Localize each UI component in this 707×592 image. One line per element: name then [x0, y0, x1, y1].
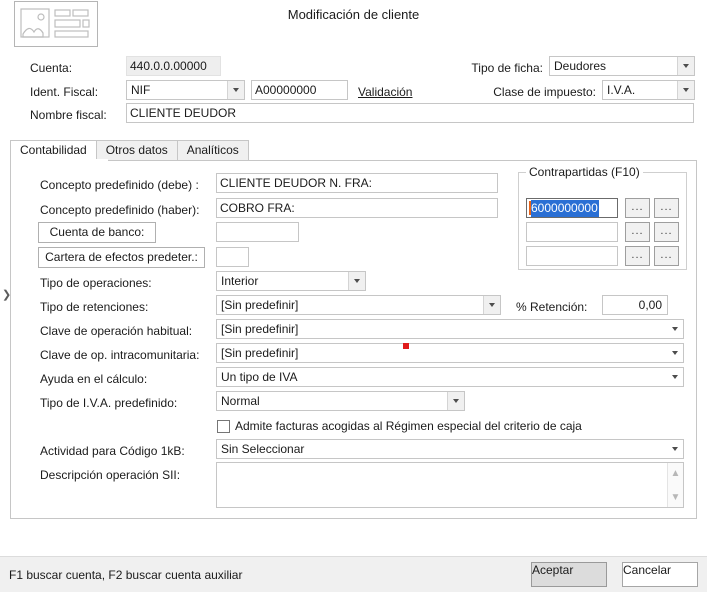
contrapartida-browse-3a[interactable]: ... [625, 246, 650, 266]
criterio-caja-label: Admite facturas acogidas al Régimen espe… [235, 419, 582, 433]
accept-button[interactable]: Aceptar [531, 562, 607, 587]
nombre-fiscal-input[interactable]: CLIENTE DEUDOR [126, 103, 694, 123]
clave-intracomunitaria-select[interactable]: [Sin predefinir] [216, 343, 684, 363]
contrapartida-input-2[interactable] [526, 222, 618, 242]
tipo-ficha-select[interactable]: Deudores [549, 56, 695, 76]
ident-fiscal-type-value: NIF [131, 83, 151, 97]
tab-active-seam [11, 159, 108, 161]
criterio-caja-checkbox[interactable] [217, 420, 230, 433]
contrapartida-browse-1a[interactable]: ... [625, 198, 650, 218]
chevron-down-icon[interactable] [666, 368, 683, 386]
descripcion-sii-scrollbar[interactable]: ▲ ▼ [667, 463, 683, 507]
tipo-ficha-label: Tipo de ficha: [471, 61, 543, 75]
tipo-operaciones-label: Tipo de operaciones: [40, 276, 152, 290]
tab-otros-datos[interactable]: Otros datos [95, 140, 178, 161]
clave-intracomunitaria-label: Clave de op. intracomunitaria: [40, 348, 200, 362]
tipo-operaciones-value: Interior [221, 274, 259, 288]
cuenta-banco-input[interactable] [216, 222, 299, 242]
cuenta-banco-button[interactable]: Cuenta de banco: [38, 222, 156, 243]
clase-impuesto-label: Clase de impuesto: [493, 85, 596, 99]
dialog-footer: F1 buscar cuenta, F2 buscar cuenta auxil… [0, 556, 707, 592]
chevron-down-icon[interactable] [348, 272, 365, 290]
chevron-down-icon[interactable] [677, 57, 694, 75]
ident-fiscal-label: Ident. Fiscal: [30, 85, 99, 99]
clave-operacion-habitual-value: [Sin predefinir] [221, 322, 299, 336]
contrapartida-input-3[interactable] [526, 246, 618, 266]
concepto-haber-label: Concepto predefinido (haber): [40, 203, 200, 217]
tab-contabilidad[interactable]: Contabilidad [10, 140, 97, 161]
tipo-ficha-value: Deudores [554, 59, 607, 73]
tipo-retenciones-label: Tipo de retenciones: [40, 300, 149, 314]
concepto-debe-input[interactable]: CLIENTE DEUDOR N. FRA: [216, 173, 498, 193]
retencion-input[interactable]: 0,00 [602, 295, 668, 315]
concepto-haber-input[interactable]: COBRO FRA: [216, 198, 498, 218]
chevron-down-icon[interactable] [666, 320, 683, 338]
descripcion-sii-textarea[interactable]: ▲ ▼ [216, 462, 684, 508]
chevron-down-icon[interactable] [227, 81, 244, 99]
dialog-title: Modificación de cliente [287, 7, 420, 22]
dialog-modificacion-cliente: Modificación de cliente Cuenta: 440.0.0.… [0, 0, 707, 592]
chevron-down-icon[interactable] [447, 392, 464, 410]
tipo-iva-select[interactable]: Normal [216, 391, 465, 411]
contrapartidas-title: Contrapartidas (F10) [526, 165, 643, 179]
actividad-codigo-label: Actividad para Código 1kB: [40, 444, 185, 458]
clave-operacion-habitual-label: Clave de operación habitual: [40, 324, 193, 338]
tipo-retenciones-value: [Sin predefinir] [221, 298, 299, 312]
ayuda-calculo-select[interactable]: Un tipo de IVA [216, 367, 684, 387]
actividad-codigo-value: Sin Seleccionar [221, 442, 305, 456]
tipo-iva-value: Normal [221, 394, 260, 408]
status-hint: F1 buscar cuenta, F2 buscar cuenta auxil… [9, 568, 243, 582]
nombre-fiscal-label: Nombre fiscal: [30, 108, 107, 122]
clase-impuesto-value: I.V.A. [607, 83, 636, 97]
retencion-label: % Retención: [516, 300, 588, 314]
clase-impuesto-select[interactable]: I.V.A. [602, 80, 695, 100]
tipo-operaciones-select[interactable]: Interior [216, 271, 366, 291]
ident-fiscal-type-select[interactable]: NIF [126, 80, 245, 100]
ident-fiscal-number-input[interactable]: A00000000 [251, 80, 348, 100]
cartera-efectos-button[interactable]: Cartera de efectos predeter.: [38, 247, 205, 268]
scroll-down-icon[interactable]: ▼ [668, 489, 683, 505]
tab-strip: Contabilidad Otros datos Analíticos [10, 140, 249, 161]
cuenta-field: 440.0.0.00000 [126, 56, 221, 76]
cursor-marker [403, 343, 409, 349]
contrapartida-input-1[interactable]: 6000000000 [526, 198, 618, 218]
contrapartida-browse-2a[interactable]: ... [625, 222, 650, 242]
contrapartida-value-1: 6000000000 [531, 199, 599, 217]
ayuda-calculo-value: Un tipo de IVA [221, 370, 298, 384]
chevron-down-icon[interactable] [483, 296, 500, 314]
clave-intracomunitaria-value: [Sin predefinir] [221, 346, 299, 360]
chevron-down-icon[interactable] [677, 81, 694, 99]
descripcion-sii-value [217, 463, 683, 467]
left-panel-expander-icon[interactable]: ❯ [2, 288, 12, 302]
cancel-button[interactable]: Cancelar [622, 562, 698, 587]
concepto-debe-label: Concepto predefinido (debe) : [40, 178, 199, 192]
chevron-down-icon[interactable] [666, 440, 683, 458]
contrapartida-browse-2b[interactable]: ... [654, 222, 679, 242]
descripcion-sii-label: Descripción operación SII: [40, 468, 181, 482]
ayuda-calculo-label: Ayuda en el cálculo: [40, 372, 148, 386]
actividad-codigo-select[interactable]: Sin Seleccionar [216, 439, 684, 459]
tipo-iva-label: Tipo de I.V.A. predefinido: [40, 396, 178, 410]
scroll-up-icon[interactable]: ▲ [668, 465, 683, 481]
contrapartida-browse-1b[interactable]: ... [654, 198, 679, 218]
cuenta-label: Cuenta: [30, 61, 73, 75]
cartera-efectos-input[interactable] [216, 247, 249, 267]
clave-operacion-habitual-select[interactable]: [Sin predefinir] [216, 319, 684, 339]
contrapartida-browse-3b[interactable]: ... [654, 246, 679, 266]
tipo-retenciones-select[interactable]: [Sin predefinir] [216, 295, 501, 315]
tab-analiticos[interactable]: Analíticos [176, 140, 249, 161]
chevron-down-icon[interactable] [666, 344, 683, 362]
